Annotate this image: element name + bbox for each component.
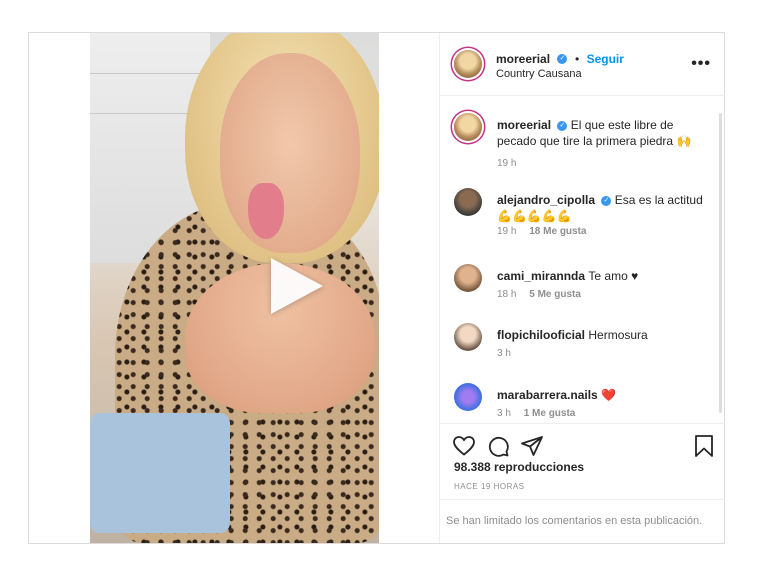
separator: • — [574, 52, 580, 66]
follow-button[interactable]: Seguir — [587, 52, 624, 66]
tile-line — [90, 73, 210, 74]
comment-item: flopichilooficial Hermosura 3 h — [454, 323, 704, 373]
comments-scrollbar[interactable] — [719, 113, 722, 413]
comment-time[interactable]: 19 h — [497, 226, 516, 237]
post-location[interactable]: Country Causana — [496, 68, 582, 80]
jeans — [90, 413, 230, 533]
action-bar — [440, 423, 725, 464]
instagram-post: moreerial ✓ • Seguir Country Causana •••… — [28, 32, 725, 544]
comment-meta: 19 h — [497, 158, 526, 169]
comment-body: Te amo ♥ — [588, 269, 639, 283]
comment-body: ❤️ — [601, 388, 617, 402]
comment-username[interactable]: cami_miranndа — [497, 269, 585, 283]
share-icon[interactable] — [520, 434, 544, 458]
post-side-panel: moreerial ✓ • Seguir Country Causana •••… — [439, 33, 725, 544]
comment-meta: 18 h 5 Me gusta — [497, 289, 591, 300]
comment-text: moreerial ✓ El que este libre de pecado … — [497, 117, 707, 149]
comment-likes[interactable]: 18 Me gusta — [529, 226, 586, 237]
verified-icon: ✓ — [601, 195, 612, 206]
commenter-avatar[interactable] — [454, 264, 482, 292]
comment-text: flopichilooficial Hermosura — [497, 327, 707, 343]
comment-username[interactable]: flopichilooficial — [497, 328, 585, 342]
author-avatar[interactable] — [454, 50, 482, 78]
tongue — [248, 183, 284, 239]
comment-time[interactable]: 3 h — [497, 348, 511, 359]
comment-text: alejandro_cipolla ✓ Esa es la actitud 💪💪… — [497, 192, 707, 224]
author-username[interactable]: moreerial — [496, 52, 550, 66]
view-count[interactable]: 98.388 reproducciones — [454, 460, 584, 474]
post-media[interactable] — [29, 33, 439, 543]
comment-username[interactable]: alejandro_cipolla — [497, 193, 595, 207]
play-icon[interactable] — [271, 258, 323, 314]
comment-time[interactable]: 3 h — [497, 408, 511, 419]
comments-limited-text: Se han limitado los comentarios en esta … — [446, 515, 703, 527]
heart-icon[interactable] — [452, 434, 476, 458]
comment-username[interactable]: moreerial — [497, 118, 551, 132]
face — [220, 53, 360, 253]
caption: moreerial ✓ El que este libre de pecado … — [454, 113, 704, 173]
comment-text: marabarrera.nails ❤️ — [497, 387, 707, 403]
commenter-avatar[interactable] — [454, 323, 482, 351]
comment-item: alejandro_cipolla ✓ Esa es la actitud 💪💪… — [454, 188, 704, 248]
comments-list: moreerial ✓ El que este libre de pecado … — [440, 96, 725, 421]
comment-item: marabarrera.nails ❤️ 3 h 1 Me gusta — [454, 383, 704, 421]
comment-text: cami_miranndа Te amo ♥ — [497, 268, 707, 284]
post-header: moreerial ✓ • Seguir Country Causana ••• — [440, 33, 725, 96]
comment-time[interactable]: 18 h — [497, 289, 516, 300]
comment-meta: 3 h — [497, 348, 521, 359]
comment-likes[interactable]: 1 Me gusta — [524, 408, 576, 419]
comment-body: Hermosura — [588, 328, 648, 342]
more-options-icon[interactable]: ••• — [691, 55, 711, 73]
comment-item: cami_miranndа Te amo ♥ 18 h 5 Me gusta — [454, 264, 704, 314]
comment-meta: 3 h 1 Me gusta — [497, 408, 585, 419]
author-line: moreerial ✓ • Seguir — [496, 50, 624, 68]
bookmark-icon[interactable] — [692, 434, 716, 458]
comments-limited-notice: Se han limitado los comentarios en esta … — [440, 499, 725, 544]
verified-icon: ✓ — [557, 120, 568, 131]
comment-likes[interactable]: 5 Me gusta — [529, 289, 581, 300]
comment-time[interactable]: 19 h — [497, 158, 516, 169]
verified-icon: ✓ — [557, 53, 568, 64]
post-video-frame[interactable] — [90, 33, 379, 543]
comment-username[interactable]: marabarrera.nails — [497, 388, 598, 402]
author-avatar[interactable] — [454, 113, 482, 141]
commenter-avatar[interactable] — [454, 188, 482, 216]
post-timestamp[interactable]: HACE 19 HORAS — [454, 482, 525, 491]
comment-meta: 19 h 18 Me gusta — [497, 226, 597, 237]
commenter-avatar[interactable] — [454, 383, 482, 411]
comment-icon[interactable] — [486, 434, 510, 458]
